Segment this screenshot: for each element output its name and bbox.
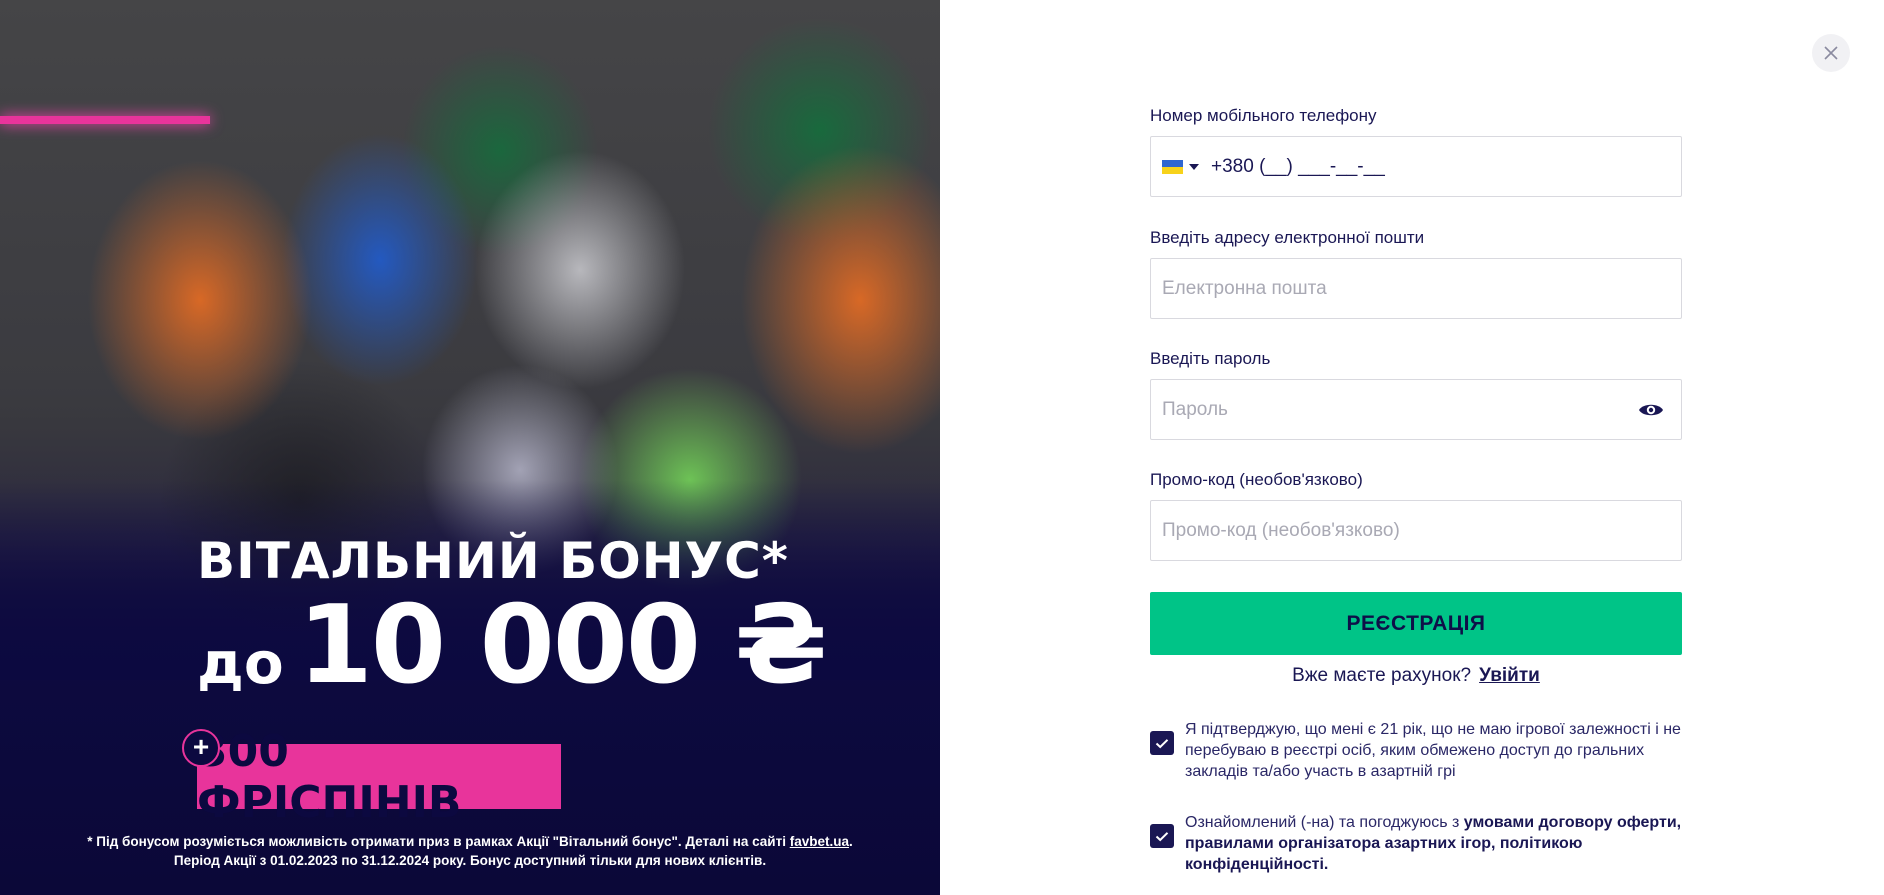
terms-consent-prefix: Ознайомлений (-на) та погоджуюсь з	[1185, 814, 1464, 831]
phone-input[interactable]: +380 (__) ___-__-__	[1211, 156, 1385, 178]
email-field-wrapper	[1150, 258, 1682, 319]
terms-consent-text: Ознайомлений (-на) та погоджуюсь з умова…	[1185, 812, 1682, 875]
terms-consent-checkbox[interactable]	[1150, 824, 1174, 848]
bonus-amount: до 10 000 ₴	[197, 583, 828, 708]
neon-light-decoration	[0, 116, 210, 124]
close-button[interactable]	[1812, 34, 1850, 72]
promo-code-field[interactable]	[1151, 501, 1681, 560]
bonus-amount-prefix: до	[197, 629, 284, 697]
phone-field[interactable]: +380 (__) ___-__-__	[1150, 136, 1682, 197]
show-password-button[interactable]	[1637, 396, 1665, 424]
disclaimer-period-text: Період Акції з 01.02.2023 по 31.12.2024 …	[173, 853, 767, 868]
terms-consent-row: Ознайомлений (-на) та погоджуюсь з умова…	[1150, 812, 1682, 875]
email-field[interactable]	[1151, 259, 1681, 318]
favbet-link[interactable]: favbet.ua	[790, 834, 849, 849]
free-spins-badge: 300 ФРІСПІНІВ	[197, 726, 561, 828]
promo-code-label: Промо-код (необов'язково)	[1150, 470, 1363, 489]
login-link[interactable]: Увійти	[1479, 665, 1540, 686]
checkmark-icon	[1155, 831, 1169, 841]
promo-banner: ВІТАЛЬНИЙ БОНУС* до 10 000 ₴ + 300 ФРІСП…	[0, 0, 940, 895]
promo-code-field-wrapper	[1150, 500, 1682, 561]
welcome-bonus-title: ВІТАЛЬНИЙ БОНУС*	[197, 532, 789, 590]
password-field[interactable]	[1151, 380, 1637, 439]
plus-icon: +	[182, 729, 220, 767]
register-button[interactable]: РЕЄСТРАЦІЯ	[1150, 592, 1682, 655]
disclaimer-text: * Під бонусом розуміється можливість отр…	[87, 834, 790, 849]
checkmark-icon	[1155, 738, 1169, 748]
login-prompt: Вже маєте рахунок? Увійти	[1150, 665, 1682, 687]
have-account-text: Вже маєте рахунок?	[1292, 665, 1472, 686]
age-consent-checkbox[interactable]	[1150, 731, 1174, 755]
age-consent-row: Я підтверджую, що мені є 21 рік, що не м…	[1150, 719, 1682, 782]
age-consent-text: Я підтверджую, що мені є 21 рік, що не м…	[1185, 721, 1681, 780]
chevron-down-icon[interactable]	[1189, 163, 1199, 170]
bonus-amount-value: 10 000 ₴	[297, 583, 828, 708]
disclaimer-period: .	[848, 834, 853, 849]
ukraine-flag-icon[interactable]	[1162, 159, 1183, 174]
eye-icon	[1639, 404, 1663, 415]
email-label: Введіть адресу електронної пошти	[1150, 228, 1425, 247]
password-label: Введіть пароль	[1150, 349, 1271, 368]
phone-label: Номер мобільного телефону	[1150, 106, 1377, 125]
bonus-disclaimer: * Під бонусом розуміється можливість отр…	[60, 832, 880, 870]
password-field-wrapper	[1150, 379, 1682, 440]
close-icon	[1824, 46, 1838, 60]
